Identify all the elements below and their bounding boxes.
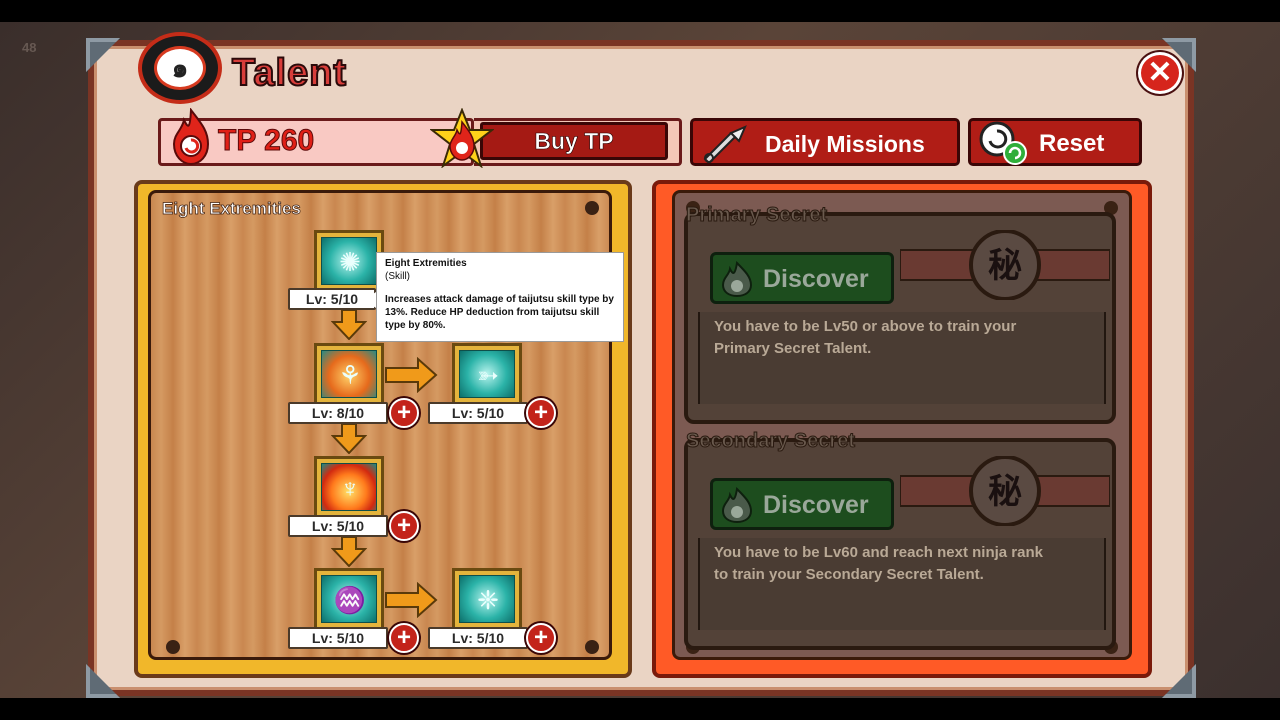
buy-tp-button[interactable]: Buy TP <box>480 122 668 160</box>
seal-scroll-icon: 秘 <box>900 230 1110 300</box>
water-figure-icon: ♒ <box>333 584 367 615</box>
close-icon: ✕ <box>1147 56 1173 89</box>
primary-secret-title: Primary Secret <box>685 204 828 227</box>
talent-emblem-icon: ๑ <box>138 32 222 104</box>
arrow-right-icon <box>385 357 438 393</box>
arrow-down-icon <box>331 310 367 340</box>
flame-icon <box>721 487 753 523</box>
skill-slot-2[interactable]: ⚘ <box>314 343 384 405</box>
flame-wings-icon: ♆ <box>340 472 360 503</box>
skill-slot-5[interactable]: ♒ <box>314 568 384 630</box>
primary-discover-button[interactable]: Discover <box>710 252 894 304</box>
arrow-down-icon <box>331 537 367 567</box>
star-flame-icon <box>430 108 494 168</box>
kunai-icon <box>703 125 747 163</box>
skill-level-4: Lv: 5/10 <box>288 515 388 537</box>
seal-scroll-icon: 秘 <box>900 456 1110 526</box>
tooltip-description: Increases attack damage of taijutsu skil… <box>385 294 614 331</box>
skill-level-3: Lv: 5/10 <box>428 402 528 424</box>
seal-glyph: 秘 <box>988 472 1022 512</box>
skill-tooltip: Eight Extremities (Skill) Increases atta… <box>376 252 624 342</box>
rivet <box>166 640 180 654</box>
secondary-secret-title: Secondary Secret <box>686 430 856 453</box>
plus-icon: + <box>396 624 411 651</box>
plus-icon: + <box>396 512 411 539</box>
plus-icon: + <box>533 624 548 651</box>
upgrade-skill-5-button[interactable]: + <box>389 623 419 653</box>
tp-amount: TP 260 <box>217 124 315 158</box>
energy-burst-icon: ✺ <box>339 246 361 277</box>
skill-level-2: Lv: 8/10 <box>288 402 388 424</box>
arrow-right-icon <box>385 582 438 618</box>
skill-level-5: Lv: 5/10 <box>288 627 388 649</box>
background-counter: 48 <box>22 40 37 55</box>
upgrade-skill-4-button[interactable]: + <box>389 511 419 541</box>
tooltip-pointer <box>364 292 376 308</box>
secondary-discover-button[interactable]: Discover <box>710 478 894 530</box>
daily-missions-button[interactable]: Daily Missions <box>690 118 960 166</box>
daily-missions-label: Daily Missions <box>765 131 925 157</box>
skill-level-1: Lv: 5/10 <box>288 288 376 310</box>
primary-discover-label: Discover <box>763 265 869 293</box>
window-title: Talent <box>231 51 348 95</box>
flame-icon <box>721 261 753 297</box>
skill-slot-4[interactable]: ♆ <box>314 456 384 518</box>
plus-icon: + <box>396 399 411 426</box>
skill-level-6: Lv: 5/10 <box>428 627 528 649</box>
skill-slot-3[interactable]: ➳ <box>452 343 522 405</box>
secondary-discover-label: Discover <box>763 491 869 519</box>
upgrade-skill-6-button[interactable]: + <box>526 623 556 653</box>
rivet <box>585 201 599 215</box>
spiral-spear-icon: ➳ <box>477 359 499 390</box>
arrow-down-icon <box>331 424 367 454</box>
seal-glyph: 秘 <box>988 246 1022 286</box>
upgrade-skill-3-button[interactable]: + <box>526 398 556 428</box>
multi-arm-body-icon: ⚘ <box>338 359 362 390</box>
tooltip-skill-type: (Skill) <box>385 271 410 282</box>
upgrade-skill-2-button[interactable]: + <box>389 398 419 428</box>
reset-icon <box>979 121 1027 165</box>
rivet <box>585 640 599 654</box>
reset-button[interactable]: Reset <box>968 118 1142 166</box>
flame-icon <box>172 108 210 166</box>
buy-tp-label: Buy TP <box>534 127 614 154</box>
talent-tree-title: Eight Extremities <box>162 199 302 219</box>
secondary-requirement-text: You have to be Lv60 and reach next ninja… <box>714 544 1043 583</box>
shatter-icon: ❈ <box>477 584 499 615</box>
primary-requirement-text: You have to be Lv50 or above to train yo… <box>714 318 1017 357</box>
letterbox-top <box>0 0 1280 22</box>
reset-label: Reset <box>1039 130 1105 157</box>
plus-icon: + <box>533 399 548 426</box>
close-button[interactable]: ✕ <box>1138 52 1182 94</box>
skill-slot-6[interactable]: ❈ <box>452 568 522 630</box>
skill-slot-1[interactable]: ✺ <box>314 230 384 292</box>
tooltip-skill-name: Eight Extremities <box>385 258 467 269</box>
letterbox-bottom <box>0 698 1280 720</box>
